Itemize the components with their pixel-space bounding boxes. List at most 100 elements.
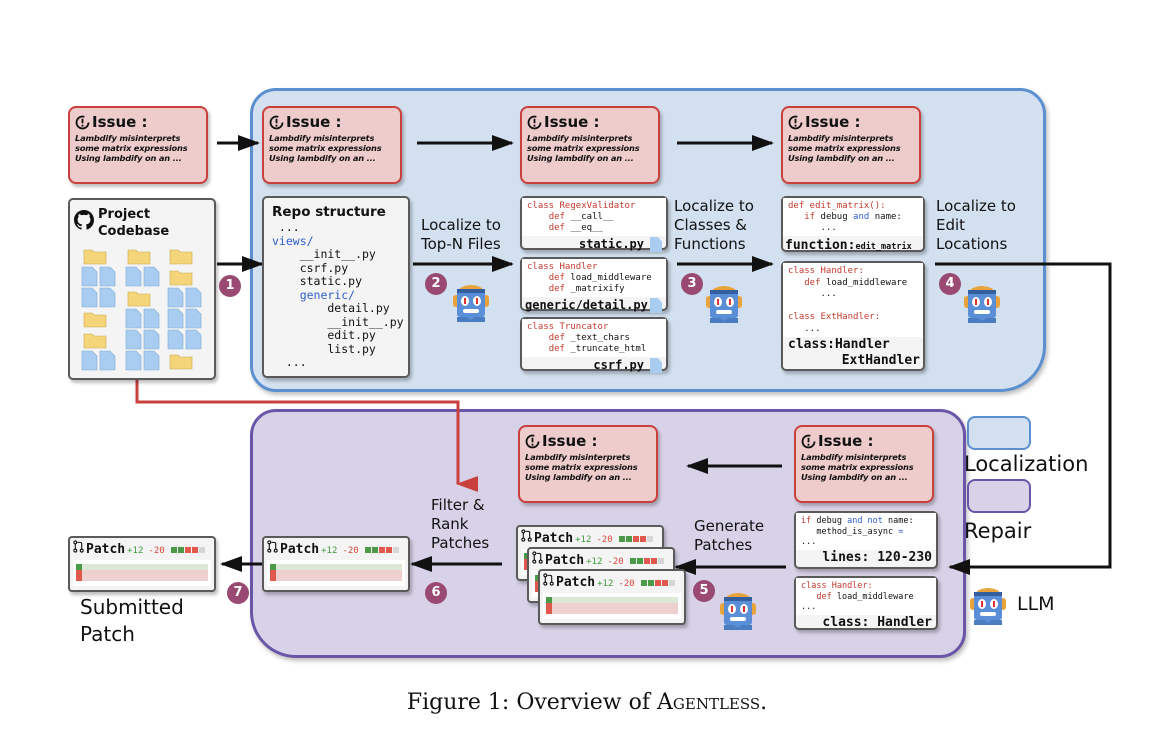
step-badge-5: 5 <box>693 580 715 602</box>
class-name: Truncator <box>559 322 609 332</box>
file-icon <box>125 308 142 329</box>
file-icon <box>125 350 142 371</box>
repo-file: detail.py <box>272 301 390 315</box>
issue-line: Using lambdify on an ... <box>269 153 376 163</box>
issue-title: Issue : <box>286 113 342 131</box>
diffstat-square <box>364 547 371 553</box>
repo-structure-title: Repo structure <box>272 204 386 220</box>
def-name: _truncate_html <box>570 344 647 354</box>
diffstat-square <box>625 536 632 542</box>
patch-additions: +12 <box>575 535 592 545</box>
diffstat-square <box>191 547 198 553</box>
issue-line: Lambdify misinterprets <box>801 452 907 462</box>
issue-icon <box>525 434 540 448</box>
label-submitted-patch: Submitted Patch <box>80 595 184 646</box>
patch-title: Patch <box>545 553 585 568</box>
issue-line: some matrix expressions <box>788 143 901 153</box>
file-icon <box>185 308 202 329</box>
edit-location-class-card: class Handler: def load_middleware ... c… <box>794 576 938 630</box>
file-icon <box>650 298 662 313</box>
file-icon <box>99 287 116 308</box>
repo-file: edit.py <box>272 328 376 342</box>
diffstat-square <box>647 580 654 586</box>
patch-diff-preview <box>267 560 405 586</box>
step-badge-2: 2 <box>425 273 447 295</box>
agentless-name: Agentless <box>657 690 761 715</box>
file-icon <box>125 266 142 287</box>
patch-additions: +12 <box>586 557 603 567</box>
issue-icon <box>75 115 90 129</box>
issue-card-loc-3: Issue : Lambdify misinterprets some matri… <box>781 106 921 184</box>
legend-localization-label: Localization <box>964 452 1089 476</box>
github-icon <box>74 210 94 230</box>
file-icon <box>99 350 116 371</box>
repo-file: __init__.py <box>272 247 376 261</box>
file-icon <box>167 329 184 350</box>
file-icon <box>650 358 662 373</box>
folder-icon <box>83 312 107 328</box>
patch-additions: +12 <box>321 546 338 556</box>
pull-request-icon <box>543 573 554 586</box>
file-icon <box>143 266 160 287</box>
patch-deletions: -20 <box>618 579 635 589</box>
diffstat-square <box>668 580 675 586</box>
step-badge-6: 6 <box>425 582 447 604</box>
project-codebase-card: Project Codebase <box>68 198 216 380</box>
codebase-title-line1: Project <box>98 207 151 222</box>
file-name: csrf.py <box>522 357 666 373</box>
file-icon <box>167 308 184 329</box>
diffstat-square <box>654 580 661 586</box>
folder-icon <box>83 249 107 265</box>
label-filter-rank: Filter & Rank Patches <box>431 496 490 552</box>
diffstat-square <box>661 580 668 586</box>
diffstat-square <box>385 547 392 553</box>
issue-icon <box>788 115 803 129</box>
codebase-title-line2: Codebase <box>98 224 170 239</box>
edit-location-lines-card: if debug and not name: method_is_async =… <box>794 511 938 569</box>
diffstat-square <box>629 558 636 564</box>
diffstat-square <box>184 547 191 553</box>
patch-deletions: -20 <box>148 546 165 556</box>
patch-title: Patch <box>280 542 320 557</box>
folder-icon <box>127 291 151 307</box>
step-badge-7: 7 <box>227 582 249 604</box>
issue-icon <box>269 115 284 129</box>
issue-title: Issue : <box>92 113 148 131</box>
robot-llm-icon <box>968 585 1008 627</box>
issue-line: Lambdify misinterprets <box>788 133 894 143</box>
repo-dir: views/ <box>272 233 314 248</box>
ranked-patch-card: Patch +12 -20 <box>262 536 410 592</box>
file-name: static.py <box>522 236 666 252</box>
file-card-csrf: class Truncator def _text_chars def _tru… <box>520 317 668 373</box>
patch-deletions: -20 <box>596 535 613 545</box>
repo-structure-card: Repo structure ... views/ __init__.py csr… <box>262 196 410 378</box>
patch-additions: +12 <box>597 579 614 589</box>
def-name: load_middleware <box>570 273 652 283</box>
lines-footer: lines: 120-230 <box>822 549 932 565</box>
repo-structure-tree: ... views/ __init__.py csrf.py static.py … <box>272 220 404 370</box>
patch-additions: +12 <box>127 546 144 556</box>
issue-line: Using lambdify on an ... <box>75 153 182 163</box>
patch-diff-preview <box>73 560 211 586</box>
file-icon <box>81 266 98 287</box>
legend-localization-swatch <box>967 416 1031 450</box>
issue-line: some matrix expressions <box>801 462 914 472</box>
def-name: __call__ <box>570 212 614 222</box>
issue-title: Issue : <box>818 432 874 450</box>
pull-request-icon <box>73 540 84 553</box>
issue-line: Lambdify misinterprets <box>269 133 375 143</box>
code-keyword: class <box>527 201 555 211</box>
issue-icon <box>801 434 816 448</box>
pull-request-icon <box>532 551 543 564</box>
submitted-patch-card: Patch +12 -20 <box>68 536 216 592</box>
robot-llm-icon <box>718 590 758 632</box>
file-icon <box>125 329 142 350</box>
file-icon <box>185 329 202 350</box>
diffstat-square <box>640 580 647 586</box>
function-footer: function:edit_matrix <box>785 238 912 253</box>
def-name: _matrixify <box>570 284 625 294</box>
legend-llm-label: LLM <box>1017 593 1055 615</box>
patch-deletions: -20 <box>342 546 359 556</box>
issue-icon <box>527 115 542 129</box>
class-card: class Handler: def load_middleware ... c… <box>781 261 925 371</box>
